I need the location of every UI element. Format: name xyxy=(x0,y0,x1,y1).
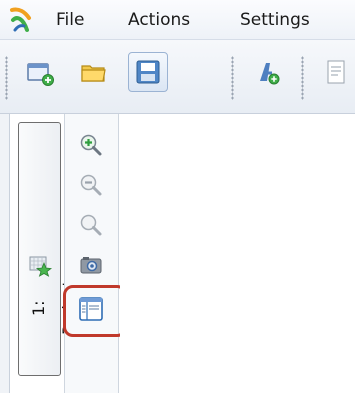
zoom-in-icon xyxy=(80,134,102,156)
save-button[interactable] xyxy=(128,52,168,92)
add-font-icon xyxy=(260,63,280,85)
project-star-icon xyxy=(29,256,52,277)
zoom-in-button[interactable] xyxy=(78,132,104,158)
open-folder-button[interactable] xyxy=(74,52,114,92)
project-tool-tab[interactable]: 1: Project xyxy=(18,122,78,376)
menu-bar: File Actions Settings xyxy=(0,0,355,40)
toolbar-separator-2 xyxy=(301,56,304,100)
new-window-icon xyxy=(27,63,54,86)
zoom-fit-icon xyxy=(80,214,102,236)
toolbar-separator xyxy=(231,56,234,100)
toolbar-grip[interactable] xyxy=(5,56,8,100)
menu-actions[interactable]: Actions xyxy=(128,10,190,30)
new-window-button[interactable] xyxy=(20,52,60,92)
camera-icon xyxy=(80,257,102,274)
document-icon xyxy=(327,60,344,84)
app-logo-icon[interactable] xyxy=(9,6,33,34)
project-tab-label: 1: Project xyxy=(29,281,78,336)
highlight-box xyxy=(63,285,127,337)
content-area xyxy=(120,114,355,393)
zoom-fit-button[interactable] xyxy=(78,212,104,238)
menu-settings[interactable]: Settings xyxy=(240,10,310,30)
zoom-out-button[interactable] xyxy=(78,172,104,198)
left-tool-strip xyxy=(0,114,10,393)
main-toolbar xyxy=(0,40,355,114)
open-folder-icon xyxy=(81,65,106,82)
save-icon xyxy=(136,60,160,84)
add-font-button[interactable] xyxy=(248,52,288,92)
zoom-out-icon xyxy=(80,174,102,196)
camera-button[interactable] xyxy=(78,252,104,278)
document-button[interactable] xyxy=(318,52,355,92)
menu-file[interactable]: File xyxy=(56,10,84,30)
